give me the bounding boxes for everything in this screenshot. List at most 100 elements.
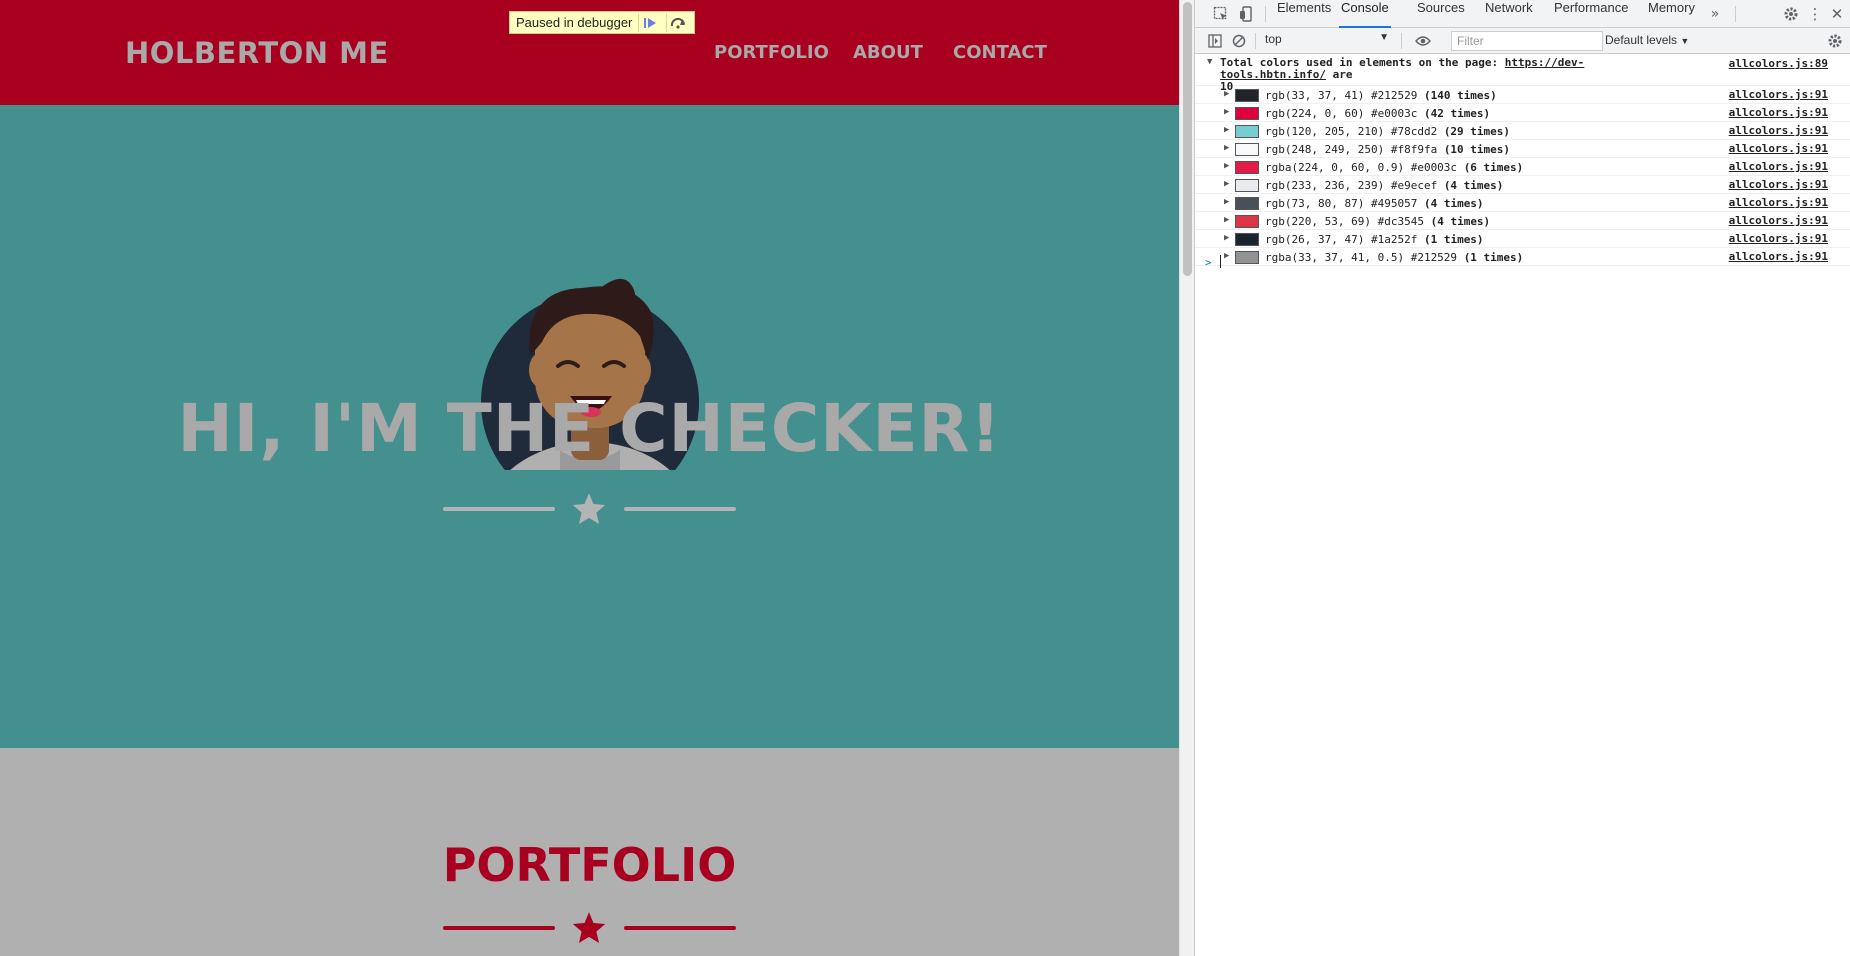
color-label: rgb(33, 37, 41) #212529 (140 times) [1265, 89, 1497, 102]
color-count: (4 times) [1423, 197, 1484, 210]
color-swatch [1235, 143, 1259, 156]
source-link[interactable]: allcolors.js:91 [1729, 142, 1828, 155]
inspect-element-icon[interactable] [1211, 4, 1231, 24]
color-value: rgb(220, 53, 69) #dc3545 [1265, 215, 1424, 228]
hero-divider [443, 489, 736, 529]
source-link[interactable]: allcolors.js:91 [1729, 196, 1828, 209]
brand-link[interactable]: HOLBERTON ME [125, 36, 389, 70]
divider-line [624, 507, 736, 511]
tab-console[interactable]: Console [1339, 0, 1391, 28]
console-color-row: ▶ rgb(73, 80, 87) #495057 (4 times) allcol… [1195, 194, 1850, 212]
kebab-menu-icon[interactable]: ⋮ [1805, 4, 1825, 24]
color-swatch [1235, 233, 1259, 246]
toolbar-separator [1255, 33, 1256, 49]
expand-triangle-icon[interactable]: ▶ [1224, 125, 1229, 135]
color-count: (42 times) [1423, 107, 1491, 120]
divider-line [443, 507, 555, 511]
source-link[interactable]: allcolors.js:91 [1729, 214, 1828, 227]
tab-memory[interactable]: Memory [1648, 0, 1695, 28]
color-count: (10 times) [1443, 143, 1511, 156]
color-count: (1 times) [1423, 233, 1484, 246]
color-label: rgb(26, 37, 47) #1a252f (1 times) [1265, 233, 1484, 246]
sidebar-toggle-icon[interactable] [1205, 31, 1225, 51]
hero-title: HI, I'M THE CHECKER! [177, 390, 1002, 467]
expand-triangle-icon[interactable]: ▶ [1224, 143, 1229, 153]
page-scrollbar[interactable] [1179, 0, 1194, 956]
debugger-paused-banner: Paused in debugger [509, 11, 696, 34]
source-link[interactable]: allcolors.js:91 [1729, 88, 1828, 101]
double-chevron-icon[interactable]: » [1705, 4, 1725, 24]
console-input-caret[interactable] [1220, 255, 1221, 268]
divider-line [443, 926, 555, 930]
color-value: rgba(33, 37, 41, 0.5) #212529 [1265, 251, 1458, 264]
page-scroll-thumb[interactable] [1183, 2, 1192, 276]
console-settings-icon[interactable] [1825, 31, 1845, 51]
expand-triangle-icon[interactable]: ▶ [1224, 179, 1229, 189]
star-icon [572, 912, 606, 943]
expand-triangle-icon[interactable]: ▶ [1224, 197, 1229, 207]
toolbar-separator [1265, 6, 1266, 22]
color-label: rgb(120, 205, 210) #78cdd2 (29 times) [1265, 125, 1510, 138]
close-icon[interactable]: ✕ [1827, 4, 1847, 24]
tab-network[interactable]: Network [1485, 0, 1533, 28]
color-count: (29 times) [1443, 125, 1511, 138]
summary-suffix: are [1332, 68, 1353, 81]
color-count: (1 times) [1463, 251, 1524, 264]
console-toolbar: top ▼ Default levels ▼ [1195, 28, 1850, 54]
divider-line [624, 926, 736, 930]
color-count: (6 times) [1463, 161, 1524, 174]
color-count: (140 times) [1423, 89, 1497, 102]
console-color-row: ▶ rgb(26, 37, 47) #1a252f (1 times) allcol… [1195, 230, 1850, 248]
console-message-summary: ▼ Total colors used in elements on the p… [1195, 55, 1850, 93]
toolbar-separator [1401, 33, 1402, 49]
log-levels-select[interactable]: Default levels ▼ [1605, 33, 1689, 47]
caret-down-icon: ▼ [1680, 36, 1690, 46]
console-color-row: ▶ rgb(33, 37, 41) #212529 (140 times) allc… [1195, 86, 1850, 104]
gear-icon[interactable] [1781, 4, 1801, 24]
source-link[interactable]: allcolors.js:91 [1729, 232, 1828, 245]
expand-triangle-icon[interactable]: ▶ [1224, 251, 1229, 261]
source-link[interactable]: allcolors.js:91 [1729, 250, 1828, 263]
context-select[interactable]: top ▼ [1265, 32, 1395, 50]
nav-link-about[interactable]: ABOUT [853, 42, 923, 63]
source-link[interactable]: allcolors.js:89 [1729, 57, 1828, 70]
color-value: rgba(224, 0, 60, 0.9) #e0003c [1265, 161, 1458, 174]
source-link[interactable]: allcolors.js:91 [1729, 124, 1828, 137]
eye-icon[interactable] [1413, 31, 1433, 51]
clear-console-icon[interactable] [1229, 31, 1249, 51]
color-value: rgb(224, 0, 60) #e0003c [1265, 107, 1418, 120]
console-color-row: ▶ rgba(33, 37, 41, 0.5) #212529 (1 times)… [1195, 248, 1850, 266]
color-value: rgb(73, 80, 87) #495057 [1265, 197, 1418, 210]
tab-sources[interactable]: Sources [1417, 0, 1465, 28]
color-swatch [1235, 215, 1259, 228]
toolbar-separator [1735, 6, 1736, 22]
source-link[interactable]: allcolors.js:91 [1729, 178, 1828, 191]
resume-icon[interactable] [638, 13, 660, 32]
caret-down-icon: ▼ [1379, 32, 1389, 43]
color-label: rgb(224, 0, 60) #e0003c (42 times) [1265, 107, 1490, 120]
source-link[interactable]: allcolors.js:91 [1729, 106, 1828, 119]
expand-triangle-icon[interactable]: ▶ [1224, 161, 1229, 171]
expand-triangle-icon[interactable]: ▶ [1224, 233, 1229, 243]
color-swatch [1235, 89, 1259, 102]
log-levels-value: Default levels [1605, 33, 1678, 47]
expand-triangle-icon[interactable]: ▶ [1224, 107, 1229, 117]
color-swatch [1235, 251, 1259, 264]
expand-triangle-icon[interactable]: ▼ [1207, 57, 1212, 67]
expand-triangle-icon[interactable]: ▶ [1224, 215, 1229, 225]
filter-input[interactable] [1451, 31, 1603, 51]
nav-link-portfolio[interactable]: PORTFOLIO [714, 42, 829, 63]
console-output: ▼ Total colors used in elements on the p… [1195, 55, 1850, 266]
device-toolbar-icon[interactable] [1237, 4, 1257, 24]
nav-link-contact[interactable]: CONTACT [953, 42, 1047, 63]
color-count: (4 times) [1443, 179, 1504, 192]
devtools-panel: Elements Console Sources Network Perform… [1194, 0, 1850, 956]
tab-elements[interactable]: Elements [1277, 0, 1331, 28]
color-label: rgba(33, 37, 41, 0.5) #212529 (1 times) [1265, 251, 1523, 264]
expand-triangle-icon[interactable]: ▶ [1224, 89, 1229, 99]
tab-performance[interactable]: Performance [1554, 0, 1628, 28]
color-label: rgb(248, 249, 250) #f8f9fa (10 times) [1265, 143, 1510, 156]
console-color-row: ▶ rgba(224, 0, 60, 0.9) #e0003c (6 times)… [1195, 158, 1850, 176]
source-link[interactable]: allcolors.js:91 [1729, 160, 1828, 173]
step-over-icon[interactable] [666, 13, 688, 32]
